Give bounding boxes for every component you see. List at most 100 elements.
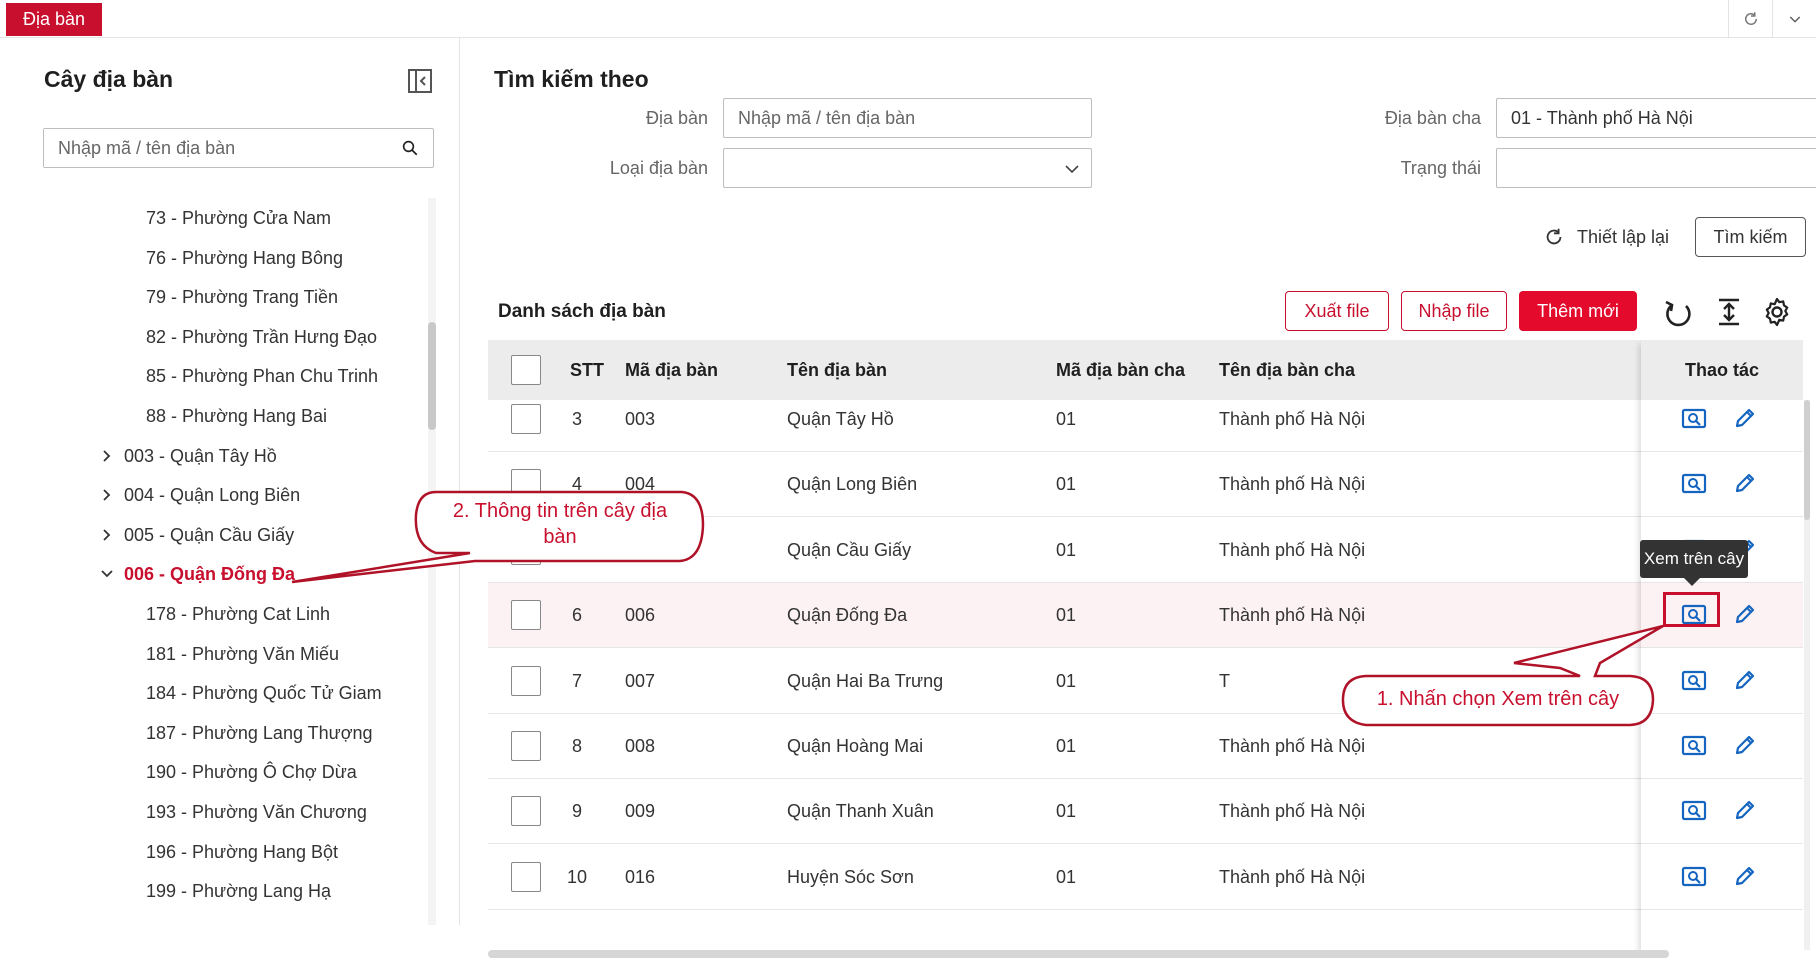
action-cell: [1641, 779, 1803, 845]
search-icon[interactable]: [401, 139, 419, 157]
row-checkbox[interactable]: [511, 600, 541, 631]
action-cell: [1641, 452, 1803, 518]
add-new-button[interactable]: Thêm mới: [1519, 291, 1637, 331]
tree-search-input[interactable]: [44, 129, 384, 167]
refresh-icon[interactable]: [1728, 0, 1772, 38]
table-horizontal-scrollbar[interactable]: [488, 950, 1669, 958]
row-height-icon[interactable]: [1713, 296, 1745, 328]
reset-label: Thiết lập lại: [1577, 226, 1670, 247]
tree-item-label: 187 - Phường Lang Thượng: [146, 722, 373, 743]
tree-item[interactable]: 82 - Phường Trần Hưng Đạo: [146, 322, 377, 352]
view-on-tree-icon[interactable]: [1681, 472, 1707, 496]
tree-item[interactable]: 006 - Quận Đống Đa: [101, 559, 296, 589]
tree-item[interactable]: 184 - Phường Quốc Tử Giam: [146, 678, 382, 708]
tree-item[interactable]: 79 - Phường Trang Tiền: [146, 282, 338, 312]
action-cell: [1641, 714, 1803, 779]
collapse-panel-icon[interactable]: [407, 68, 433, 94]
select-all-checkbox[interactable]: [511, 355, 541, 385]
chevron-right-icon[interactable]: [98, 480, 116, 510]
tree-scrollbar[interactable]: [428, 198, 436, 925]
export-file-button[interactable]: Xuất file: [1285, 291, 1389, 331]
cell-ten-dia-ban-cha: Thành phố Hà Nội: [1219, 736, 1366, 756]
search-button[interactable]: Tìm kiếm: [1695, 217, 1806, 257]
tree-item[interactable]: 187 - Phường Lang Thượng: [146, 718, 373, 748]
tree-item-label: 79 - Phường Trang Tiền: [146, 287, 338, 308]
cell-ten-dia-ban-cha: Thành phố Hà Nội: [1219, 866, 1366, 887]
tree-item[interactable]: 73 - Phường Cửa Nam: [146, 203, 331, 233]
import-file-button[interactable]: Nhập file: [1401, 291, 1507, 331]
tree-item[interactable]: 181 - Phường Văn Miếu: [146, 639, 339, 669]
edit-pencil-icon[interactable]: [1733, 668, 1757, 692]
chevron-down-icon[interactable]: [98, 559, 116, 589]
tree-item[interactable]: 193 - Phường Văn Chương: [146, 797, 367, 827]
cell-ten-dia-ban: Quận Cầu Giấy: [787, 539, 912, 560]
tree-item[interactable]: 190 - Phường Ô Chợ Dừa: [146, 757, 357, 787]
reload-icon[interactable]: [1662, 296, 1694, 328]
loai-dia-ban-select[interactable]: [723, 148, 1092, 188]
table-row[interactable]: 6 006 Quận Đống Đa 01 Thành phố Hà Nội: [488, 583, 1803, 649]
view-on-tree-icon[interactable]: [1681, 865, 1707, 889]
table-scrollbar-thumb[interactable]: [1804, 400, 1810, 520]
dia-ban-cha-select[interactable]: 01 - Thành phố Hà Nội: [1496, 98, 1816, 138]
edit-pencil-icon[interactable]: [1733, 406, 1757, 430]
edit-pencil-icon[interactable]: [1733, 471, 1757, 495]
tree-item[interactable]: 76 - Phường Hang Bông: [146, 243, 343, 273]
edit-pencil-icon[interactable]: [1733, 733, 1757, 757]
cell-ma-dia-ban-cha: 01: [1056, 670, 1077, 691]
tree-item[interactable]: 004 - Quận Long Biên: [103, 480, 300, 510]
cell-ten-dia-ban: Quận Thanh Xuân: [787, 801, 934, 822]
cell-ten-dia-ban-cha: Thành phố Hà Nội: [1219, 409, 1366, 429]
cell-ma-dia-ban-cha: 01: [1056, 801, 1077, 822]
tree-item-label: 005 - Quận Cầu Giấy: [124, 524, 295, 545]
cell-ten-dia-ban: Quận Hai Ba Trưng: [787, 670, 944, 691]
tree-scrollbar-thumb[interactable]: [428, 322, 436, 430]
table-vertical-scrollbar[interactable]: [1804, 400, 1810, 950]
tree-item[interactable]: 196 - Phường Hang Bột: [146, 837, 338, 867]
tree-item[interactable]: 85 - Phường Phan Chu Trinh: [146, 361, 378, 391]
tree-item[interactable]: 005 - Quận Cầu Giấy: [103, 520, 295, 550]
row-checkbox[interactable]: [511, 665, 541, 696]
chevron-down-icon[interactable]: [1772, 0, 1816, 38]
cell-stt: 10: [566, 866, 588, 887]
trang-thai-select[interactable]: [1496, 148, 1816, 188]
tree-item[interactable]: 003 - Quận Tây Hồ: [103, 441, 277, 471]
table-row[interactable]: 3 003 Quận Tây Hồ 01 Thành phố Hà Nội: [488, 387, 1803, 452]
row-checkbox[interactable]: [511, 404, 541, 434]
dia-ban-cha-label: Địa bàn cha: [1384, 108, 1481, 128]
tree-item[interactable]: 199 - Phường Lang Hạ: [146, 876, 331, 906]
table-row[interactable]: 8 008 Quận Hoàng Mai 01 Thành phố Hà Nội: [488, 714, 1803, 779]
chevron-right-icon[interactable]: [98, 441, 116, 471]
reset-button[interactable]: Thiết lập lại: [1543, 226, 1669, 248]
cell-stt: 7: [571, 670, 582, 691]
tree-item[interactable]: 178 - Phường Cat Linh: [146, 599, 330, 629]
cell-ma-dia-ban-cha: 01: [1056, 539, 1077, 560]
loai-dia-ban-label: Loại địa bàn: [609, 158, 708, 178]
dia-ban-cha-value: 01 - Thành phố Hà Nội: [1511, 108, 1693, 128]
search-section-title: Tìm kiếm theo: [494, 66, 649, 92]
edit-pencil-icon[interactable]: [1733, 864, 1757, 888]
row-checkbox[interactable]: [511, 796, 541, 827]
row-checkbox[interactable]: [511, 861, 541, 892]
tree-item-label: 006 - Quận Đống Đa: [124, 564, 296, 585]
view-on-tree-icon[interactable]: [1681, 669, 1707, 693]
callout-tree-info-line2: bàn: [543, 526, 577, 548]
row-checkbox[interactable]: [511, 469, 541, 500]
highlight-box: [1663, 592, 1720, 627]
tab-dia-ban[interactable]: Địa bàn: [6, 3, 102, 36]
tree-item-label: 178 - Phường Cat Linh: [146, 604, 330, 624]
view-on-tree-icon[interactable]: [1681, 734, 1707, 758]
cell-ma-dia-ban-cha: 01: [1056, 736, 1077, 756]
view-on-tree-icon[interactable]: [1681, 799, 1707, 823]
tree-item[interactable]: 88 - Phường Hang Bai: [146, 401, 327, 431]
cell-ten-dia-ban-cha: Thành phố Hà Nội: [1219, 605, 1366, 626]
view-on-tree-icon[interactable]: [1681, 407, 1707, 431]
dia-ban-input[interactable]: [724, 99, 1091, 137]
settings-gear-icon[interactable]: [1761, 296, 1793, 328]
table-row[interactable]: 9 009 Quận Thanh Xuân 01 Thành phố Hà Nội: [488, 779, 1803, 845]
tree-panel: Cây địa bàn 73 - Phường Cửa Nam 76 - Phườ…: [0, 38, 460, 925]
edit-pencil-icon[interactable]: [1733, 798, 1757, 822]
row-checkbox[interactable]: [511, 731, 541, 761]
chevron-right-icon[interactable]: [98, 520, 116, 550]
edit-pencil-icon[interactable]: [1733, 602, 1757, 626]
table-row[interactable]: 10 016 Huyện Sóc Sơn 01 Thành phố Hà Nội: [488, 845, 1803, 910]
